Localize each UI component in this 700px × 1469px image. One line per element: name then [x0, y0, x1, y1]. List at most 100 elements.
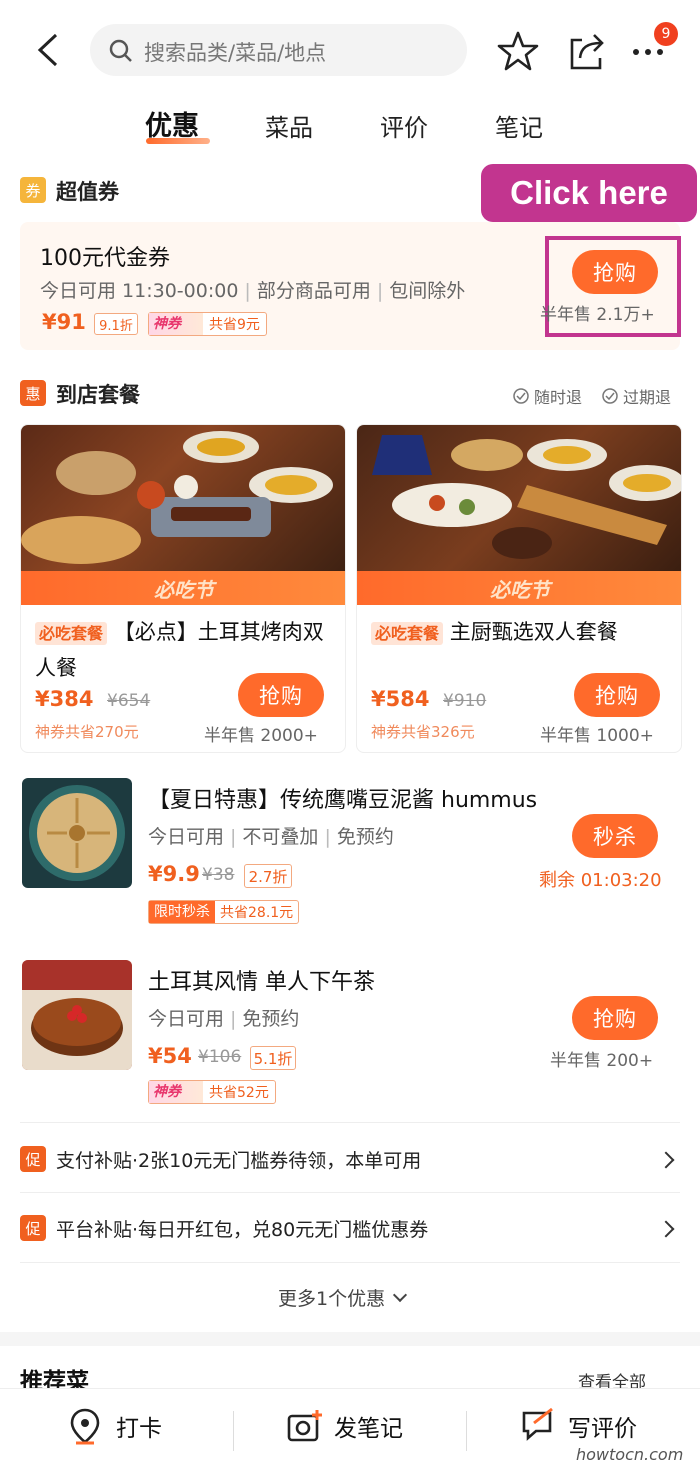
check-circle-icon — [513, 388, 529, 404]
coupon-meta-scope: 部分商品可用 — [256, 280, 371, 302]
deal-title: 【夏日特惠】传统鹰嘴豆泥酱 hummus — [148, 788, 538, 813]
shen-coupon-tag: 神券 共省9元 — [148, 312, 267, 336]
deal-meta-1: 今日可用 — [148, 826, 225, 848]
cake-image — [22, 960, 132, 1070]
camera-plus-icon — [287, 1410, 322, 1442]
search-icon — [109, 39, 132, 62]
refund-anytime: 随时退 — [512, 384, 582, 408]
tab-dishes[interactable]: 菜品 — [265, 108, 313, 143]
back-button[interactable] — [30, 30, 70, 70]
package-title-text: 主厨甄选双人套餐 — [449, 620, 618, 644]
flash-sale-button[interactable]: 秒杀 — [572, 814, 658, 858]
tab-active-indicator — [146, 138, 210, 144]
package-tag: 必吃套餐 — [35, 622, 108, 645]
tab-reviews[interactable]: 评价 — [380, 108, 428, 143]
deal-meta-3: 免预约 — [336, 826, 394, 848]
package-price: ¥584 — [371, 687, 430, 711]
deal-discount-tag: 2.7折 — [244, 864, 292, 888]
write-review-button[interactable]: 写评价 — [520, 1407, 637, 1445]
deal-save-label: 共省28.1元 — [220, 905, 294, 921]
package-buy-button[interactable]: 抢购 — [574, 673, 660, 717]
location-pin-icon — [70, 1408, 100, 1445]
section-gap — [0, 1332, 700, 1346]
shen-tag-label: 神券 — [149, 313, 203, 335]
promo-row[interactable]: 促 支付补贴·2张10元无门槛券待领，本单可用 — [20, 1138, 680, 1182]
edit-review-icon — [522, 1407, 553, 1441]
callout-click-here: Click here — [481, 164, 697, 222]
deal-meta: 今日可用 | 免预约 — [148, 1008, 300, 1030]
promo-text: 平台补贴·每日开红包，兑80元无门槛优惠券 — [56, 1219, 429, 1241]
hummus-image — [22, 778, 132, 888]
favorite-button[interactable] — [497, 30, 539, 72]
deal-price: ¥54 — [148, 1044, 192, 1068]
package-card[interactable]: 必吃节 必吃套餐 【必点】土耳其烤肉双人餐 ¥384 ¥654 神券共省270元… — [20, 424, 346, 753]
post-note-button[interactable]: 发笔记 — [286, 1407, 403, 1445]
deal-meta-2: 免预约 — [242, 1008, 300, 1030]
package-save: 神券共省270元 — [35, 723, 139, 741]
countdown: 剩余 01:03:20 — [539, 870, 662, 891]
refund-anytime-label: 随时退 — [534, 388, 583, 407]
package-card[interactable]: 必吃节 必吃套餐 主厨甄选双人套餐 ¥584 ¥910 神券共省326元 抢购 … — [356, 424, 682, 753]
deal-item[interactable]: 土耳其风情 单人下午茶 今日可用 | 免预约 ¥54 ¥106 5.1折 神券 共省… — [20, 958, 680, 1108]
notification-badge: 9 — [654, 22, 678, 46]
deal-save-label: 共省52元 — [209, 1085, 269, 1101]
promo-row[interactable]: 促 平台补贴·每日开红包，兑80元无门槛优惠券 — [20, 1207, 680, 1251]
chevron-right-icon — [657, 1151, 675, 1169]
flash-sale-tag: 限时秒杀 共省28.1元 — [148, 900, 300, 924]
package-icon: 惠 — [20, 380, 46, 406]
deal-discount-tag: 5.1折 — [250, 1046, 296, 1070]
coupon-section-title: 超值券 — [56, 180, 119, 204]
package-title: 必吃套餐 主厨甄选双人套餐 — [371, 615, 671, 651]
deal-orig-price: ¥38 — [202, 865, 235, 885]
divider-vertical — [466, 1411, 467, 1451]
divider — [20, 1262, 680, 1263]
tab-notes[interactable]: 笔记 — [495, 108, 543, 143]
coupon-buy-button[interactable]: 抢购 — [572, 250, 658, 294]
coupon-save-label: 共省9元 — [209, 317, 260, 333]
deal-meta-2: 不可叠加 — [242, 826, 319, 848]
package-food-image — [21, 425, 345, 571]
coupon-meta-time: 今日可用 11:30-00:00 — [40, 280, 239, 302]
divider-vertical — [233, 1411, 234, 1451]
search-placeholder: 搜索品类/菜品/地点 — [144, 41, 327, 65]
checkin-label: 打卡 — [116, 1416, 162, 1442]
deal-title: 土耳其风情 单人下午茶 — [148, 970, 375, 995]
chevron-right-icon — [657, 1220, 675, 1238]
search-input[interactable]: 搜索品类/菜品/地点 — [90, 24, 467, 76]
promo-icon: 促 — [20, 1146, 46, 1172]
package-tag: 必吃套餐 — [371, 622, 444, 645]
back-arrow-icon — [37, 33, 58, 67]
package-banner: 必吃节 — [357, 571, 681, 605]
package-orig-price: ¥910 — [443, 691, 487, 711]
coupon-meta: 今日可用 11:30-00:00 | 部分商品可用 | 包间除外 — [40, 280, 466, 302]
watermark: howtocn.com — [576, 1445, 684, 1464]
post-note-label: 发笔记 — [334, 1416, 403, 1442]
chevron-down-icon — [393, 1287, 408, 1302]
more-offers-toggle[interactable]: 更多1个优惠 — [278, 1284, 408, 1311]
coupon-icon: 券 — [20, 177, 46, 203]
coupon-meta-exclusion: 包间除外 — [389, 280, 466, 302]
food-platter-image — [21, 431, 333, 564]
share-icon — [570, 34, 604, 70]
share-button[interactable] — [567, 30, 609, 72]
shen-tag-label: 神券 — [149, 1081, 203, 1103]
refund-expired-label: 过期退 — [623, 388, 672, 407]
deal-item[interactable]: 【夏日特惠】传统鹰嘴豆泥酱 hummus 今日可用 | 不可叠加 | 免预约 ¥9.9 … — [20, 776, 680, 926]
star-icon — [497, 31, 539, 71]
tea-cake-image — [22, 960, 132, 1070]
check-circle-icon — [602, 388, 618, 404]
package-food-image — [357, 425, 681, 571]
package-buy-button[interactable]: 抢购 — [238, 673, 324, 717]
coupon-discount-tag: 9.1折 — [94, 313, 138, 335]
package-price: ¥384 — [35, 687, 94, 711]
flash-sale-label: 限时秒杀 — [149, 901, 215, 923]
divider — [20, 1122, 680, 1123]
checkin-button[interactable]: 打卡 — [68, 1407, 162, 1445]
coupon-title: 100元代金券 — [40, 246, 170, 271]
bottom-bar: 打卡 发笔记 写评价 howtocn.com — [0, 1388, 700, 1469]
package-orig-price: ¥654 — [107, 691, 151, 711]
shen-coupon-tag: 神券 共省52元 — [148, 1080, 276, 1104]
food-platter-image — [372, 435, 681, 559]
deal-buy-button[interactable]: 抢购 — [572, 996, 658, 1040]
deal-price: ¥9.9 — [148, 862, 200, 886]
